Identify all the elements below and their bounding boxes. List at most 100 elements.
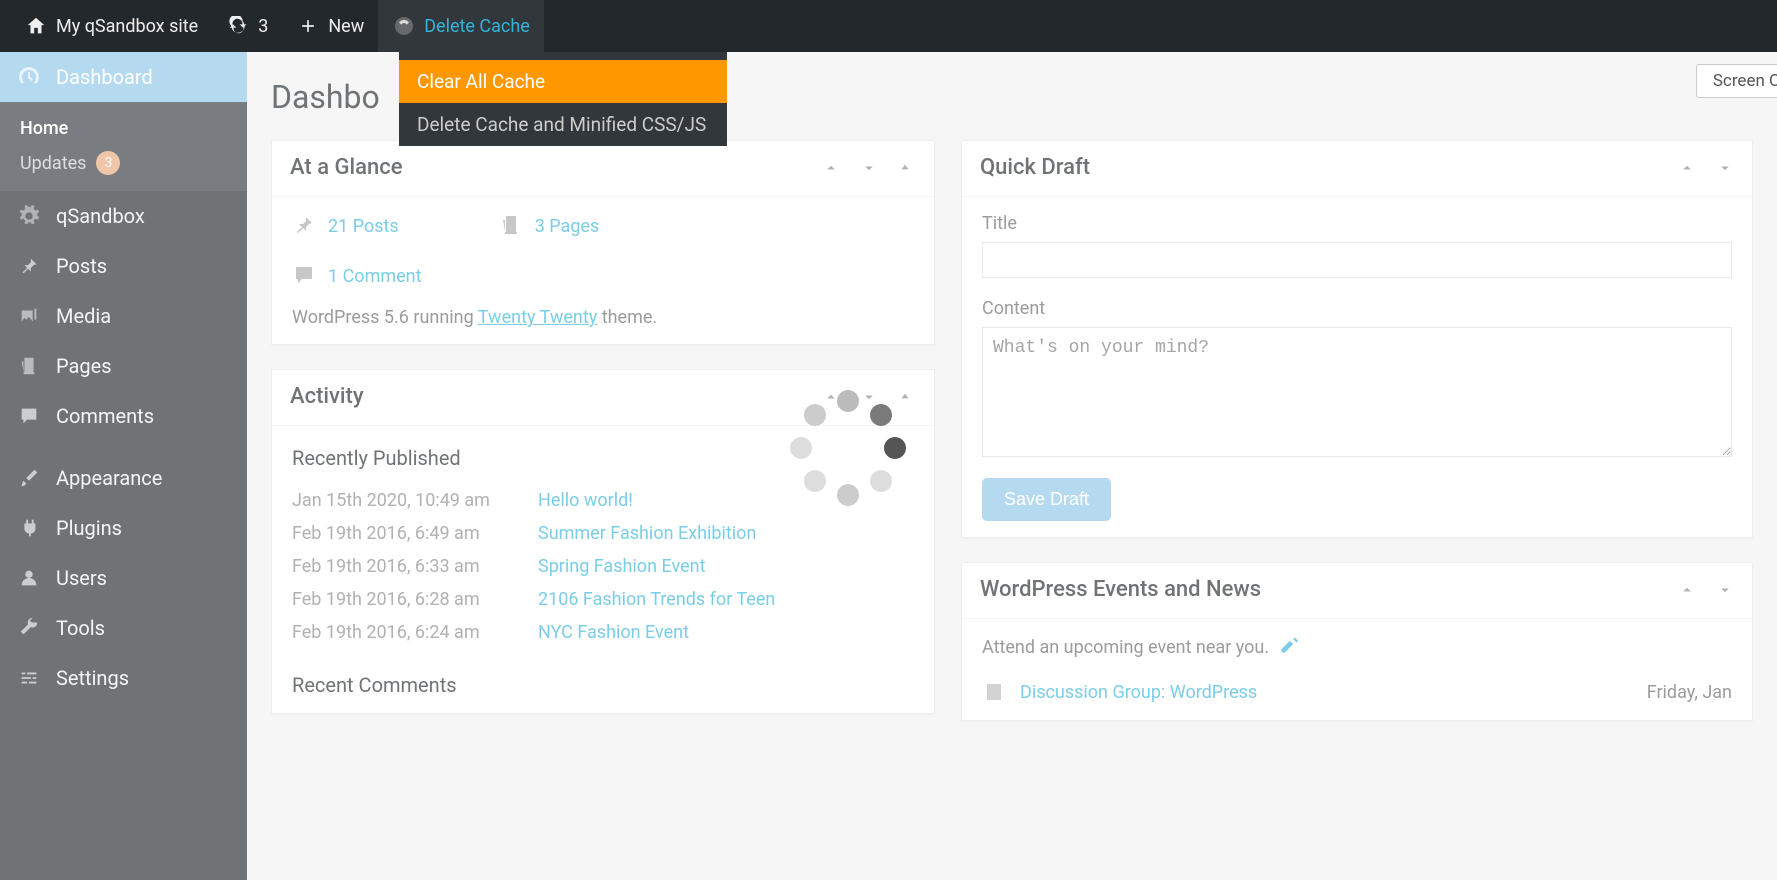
- at-a-glance-box: At a Glance: [271, 140, 935, 345]
- sidebar-item-pages[interactable]: Pages: [0, 341, 247, 391]
- sidebar-item-qsandbox[interactable]: qSandbox: [0, 191, 247, 241]
- sidebar-label-tools: Tools: [56, 616, 105, 640]
- wrench-icon: [16, 615, 42, 641]
- post-link[interactable]: Spring Fashion Event: [538, 556, 705, 577]
- updates-count: 3: [258, 16, 268, 37]
- delete-cache-menu[interactable]: Delete Cache: [378, 0, 544, 52]
- sidebar-item-posts[interactable]: Posts: [0, 241, 247, 291]
- event-link[interactable]: Discussion Group: WordPress: [1020, 682, 1633, 703]
- content-area: Dashbo At a Glance: [247, 52, 1777, 880]
- gear-icon: [16, 203, 42, 229]
- brush-icon: [16, 465, 42, 491]
- updates-link[interactable]: 3: [212, 0, 282, 52]
- activity-title: Activity: [290, 384, 822, 409]
- new-label: New: [328, 16, 364, 37]
- screen-options-tab[interactable]: Screen Opti: [1696, 64, 1777, 98]
- plus-icon: [296, 14, 320, 38]
- clear-all-cache-item[interactable]: Clear All Cache: [399, 60, 727, 103]
- home-icon: [24, 14, 48, 38]
- dashboard-submenu: Home Updates 3: [0, 102, 247, 191]
- content-field-label: Content: [982, 298, 1732, 319]
- sidebar-item-updates[interactable]: Updates 3: [0, 145, 247, 181]
- new-content-link[interactable]: New: [282, 0, 378, 52]
- title-field-label: Title: [982, 213, 1732, 234]
- post-link[interactable]: Summer Fashion Exhibition: [538, 523, 756, 544]
- refresh-icon: [226, 14, 250, 38]
- comments-icon: [16, 403, 42, 429]
- at-a-glance-title: At a Glance: [290, 155, 822, 180]
- sidebar-label-pages: Pages: [56, 354, 112, 378]
- chevron-down-icon[interactable]: [1716, 581, 1734, 599]
- sidebar-item-dashboard[interactable]: Dashboard: [0, 52, 247, 102]
- recent-comments-title: Recent Comments: [292, 673, 914, 697]
- sidebar-item-appearance[interactable]: Appearance: [0, 453, 247, 503]
- attend-event-text: Attend an upcoming event near you.: [982, 637, 1269, 658]
- sidebar-label-appearance: Appearance: [56, 466, 162, 490]
- sidebar-item-users[interactable]: Users: [0, 553, 247, 603]
- sidebar-label-media: Media: [56, 304, 111, 328]
- sliders-icon: [16, 665, 42, 691]
- sidebar-item-tools[interactable]: Tools: [0, 603, 247, 653]
- sidebar-label-comments: Comments: [56, 404, 154, 428]
- sidebar-item-media[interactable]: Media: [0, 291, 247, 341]
- sidebar-label-dashboard: Dashboard: [56, 65, 153, 89]
- sidebar-label-plugins: Plugins: [56, 516, 122, 540]
- pencil-icon[interactable]: [1279, 635, 1299, 660]
- loading-spinner: [790, 390, 906, 506]
- chevron-down-icon[interactable]: [860, 159, 878, 177]
- activity-item: Feb 19th 2016, 6:33 am Spring Fashion Ev…: [292, 550, 914, 583]
- media-icon: [16, 303, 42, 329]
- post-link[interactable]: Hello world!: [538, 490, 633, 511]
- site-name: My qSandbox site: [56, 16, 198, 37]
- activity-item: Feb 19th 2016, 6:28 am 2106 Fashion Tren…: [292, 583, 914, 616]
- post-link[interactable]: 2106 Fashion Trends for Teen: [538, 589, 775, 610]
- activity-list: Jan 15th 2020, 10:49 am Hello world! Feb…: [292, 484, 914, 649]
- sidebar-item-comments[interactable]: Comments: [0, 391, 247, 441]
- sidebar-item-plugins[interactable]: Plugins: [0, 503, 247, 553]
- delete-cache-label: Delete Cache: [424, 16, 530, 37]
- admin-sidebar: Dashboard Home Updates 3 qSandbox Posts: [0, 52, 247, 880]
- pin-icon: [16, 253, 42, 279]
- updates-badge: 3: [96, 151, 120, 175]
- event-date: Friday, Jan: [1647, 682, 1732, 703]
- save-draft-button[interactable]: Save Draft: [982, 478, 1111, 521]
- pages-icon: [16, 353, 42, 379]
- sidebar-item-home[interactable]: Home: [0, 112, 247, 145]
- events-news-title: WordPress Events and News: [980, 577, 1678, 602]
- comment-icon: [292, 263, 318, 289]
- sidebar-label-settings: Settings: [56, 666, 129, 690]
- activity-item: Feb 19th 2016, 6:49 am Summer Fashion Ex…: [292, 517, 914, 550]
- draft-title-input[interactable]: [982, 242, 1732, 278]
- chevron-up-icon[interactable]: [1678, 581, 1696, 599]
- quick-draft-box: Quick Draft Title Content Save Draft: [961, 140, 1753, 538]
- comments-count-link[interactable]: 1 Comment: [328, 266, 422, 287]
- user-icon: [16, 565, 42, 591]
- calendar-icon: [982, 680, 1006, 704]
- chevron-up-icon[interactable]: [1678, 159, 1696, 177]
- quick-draft-title: Quick Draft: [980, 155, 1678, 180]
- draft-content-textarea[interactable]: [982, 327, 1732, 457]
- delete-cache-dropdown: Clear All Cache Delete Cache and Minifie…: [399, 52, 727, 146]
- theme-link[interactable]: Twenty Twenty: [478, 307, 597, 328]
- sidebar-item-settings[interactable]: Settings: [0, 653, 247, 703]
- delete-cache-minified-item[interactable]: Delete Cache and Minified CSS/JS: [399, 103, 727, 146]
- chevron-up-icon[interactable]: [822, 159, 840, 177]
- dashboard-icon: [16, 64, 42, 90]
- triangle-up-icon[interactable]: [898, 159, 916, 177]
- chevron-down-icon[interactable]: [1716, 159, 1734, 177]
- post-link[interactable]: NYC Fashion Event: [538, 622, 689, 643]
- site-home-link[interactable]: My qSandbox site: [10, 0, 212, 52]
- sidebar-label-users: Users: [56, 566, 107, 590]
- pages-count-link[interactable]: 3 Pages: [535, 216, 600, 237]
- posts-count-link[interactable]: 21 Posts: [328, 216, 399, 237]
- updates-label: Updates: [20, 153, 86, 174]
- sidebar-label-qsandbox: qSandbox: [56, 204, 145, 228]
- cache-logo-icon: [392, 14, 416, 38]
- activity-item: Feb 19th 2016, 6:24 am NYC Fashion Event: [292, 616, 914, 649]
- events-news-box: WordPress Events and News Attend an upco…: [961, 562, 1753, 721]
- sidebar-label-posts: Posts: [56, 254, 107, 278]
- pages-icon: [499, 213, 525, 239]
- admin-bar: My qSandbox site 3 New Delete Cache Scre…: [0, 0, 1777, 52]
- pin-icon: [292, 213, 318, 239]
- wp-version-info: WordPress 5.6 running Twenty Twenty them…: [292, 307, 914, 328]
